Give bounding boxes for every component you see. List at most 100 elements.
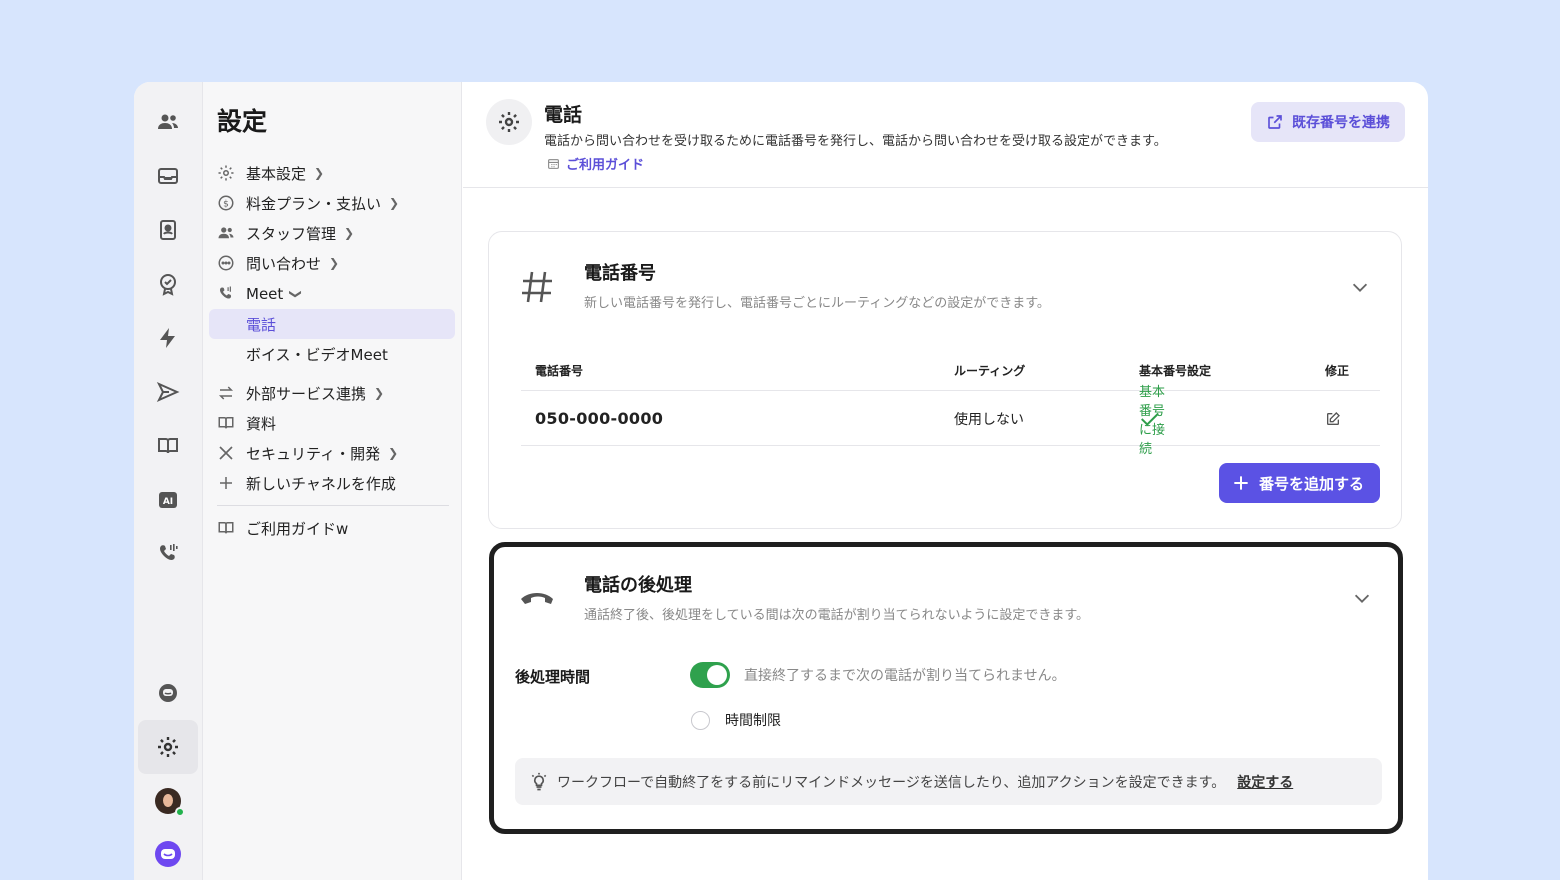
edit-button[interactable] (1325, 392, 1341, 445)
nav-item-guide[interactable]: ご利用ガイドw (217, 515, 348, 541)
rail-team-icon[interactable] (138, 95, 198, 149)
nav-item-security[interactable]: セキュリティ・開発 ❯ (217, 440, 398, 466)
main-content: 電話 電話から問い合わせを受け取るために電話番号を発行し、電話から問い合わせを受… (463, 82, 1428, 880)
chevron-right-icon: ❯ (389, 196, 400, 210)
chevron-right-icon: ❯ (314, 166, 325, 180)
nav-item-label: 外部サービス連携 (246, 384, 367, 403)
nav-title: 設定 (217, 107, 268, 136)
nav-item-new-channel[interactable]: 新しいチャネルを作成 (217, 470, 396, 496)
rail-book-icon[interactable] (138, 419, 198, 473)
rail-settings-icon[interactable] (138, 720, 198, 774)
external-link-icon (1268, 115, 1282, 129)
page-description: 電話から問い合わせを受け取るために電話番号を発行し、電話から問い合わせを受け取る… (544, 134, 1167, 149)
nav-item-label: ご利用ガイドw (246, 519, 349, 538)
svg-text:$: $ (223, 199, 229, 209)
rail-contacts-icon[interactable] (138, 203, 198, 257)
sync-icon (217, 384, 235, 402)
plus-icon (217, 474, 235, 492)
rail-chat-icon[interactable] (138, 666, 198, 720)
book-icon (217, 414, 235, 432)
column-header: 修正 (1325, 364, 1350, 378)
chevron-right-icon: ❯ (374, 386, 385, 400)
nav-sub-voice-video[interactable]: ボイス・ビデオMeet (209, 339, 455, 369)
rail-badge-icon[interactable] (138, 257, 198, 311)
tools-icon (217, 444, 235, 462)
tip-settings-link[interactable]: 設定する (1237, 772, 1293, 792)
online-status-dot (175, 807, 185, 817)
page-header: 電話 電話から問い合わせを受け取るために電話番号を発行し、電話から問い合わせを受… (463, 82, 1428, 188)
chevron-right-icon: ❯ (388, 446, 399, 460)
svg-text:AI: AI (163, 497, 173, 507)
app-window: AI 設定 基本設定 ❯ $ 料金プラン・支払い ❯ スタッフ管理 ❯ 問い合わ… (134, 82, 1428, 880)
hangup-icon (519, 579, 555, 619)
table-header: 電話番号 ルーティング 基本番号設定 修正 (521, 351, 1380, 391)
rail-phone-icon[interactable] (138, 527, 198, 581)
add-number-button[interactable]: 番号を追加する (1218, 463, 1380, 503)
rail-send-icon[interactable] (138, 365, 198, 419)
routing-cell: 使用しない (954, 411, 1024, 428)
rail-avatar[interactable] (138, 774, 198, 828)
chevron-down-icon[interactable] (1349, 276, 1371, 298)
nav-item-label: 資料 (246, 414, 277, 433)
nav-item-integrations[interactable]: 外部サービス連携 ❯ (217, 380, 384, 406)
page-title: 電話 (544, 104, 583, 126)
workflow-tip: ワークフローで自動終了をする前にリマインドメッセージを送信したり、追加アクション… (515, 758, 1382, 805)
hash-icon (519, 267, 555, 307)
guide-link[interactable]: ご利用ガイド (547, 154, 644, 173)
default-number-cell: 基本番号に接続 (1139, 385, 1169, 457)
nav-item-label: 新しいチャネルを作成 (246, 474, 396, 493)
table-row: 050-000-0000 使用しない 基本番号に接続 (521, 385, 1380, 457)
nav-item-inquiry[interactable]: 問い合わせ ❯ (217, 250, 339, 276)
post-processing-label: 後処理時間 (515, 668, 591, 686)
rail-inbox-icon[interactable] (138, 149, 198, 203)
time-limit-checkbox[interactable] (691, 711, 710, 730)
rail-ai-icon[interactable]: AI (138, 473, 198, 527)
nav-item-label: スタッフ管理 (246, 224, 337, 243)
chevron-right-icon: ❯ (344, 226, 355, 240)
phone-number-card: 電話番号 新しい電話番号を発行し、電話番号ごとにルーティングなどの設定ができます… (488, 231, 1402, 529)
rail-brand-icon[interactable] (138, 827, 198, 880)
post-card-description: 通話終了後、後処理をしている間は次の電話が割り当てられないように設定できます。 (584, 608, 1090, 623)
gear-icon (217, 164, 235, 182)
avatar (155, 788, 185, 817)
nav-item-label: Meet (246, 285, 284, 303)
nav-item-billing[interactable]: $ 料金プラン・支払い ❯ (217, 190, 399, 216)
tip-text: ワークフローで自動終了をする前にリマインドメッセージを送信したり、追加アクション… (557, 774, 1226, 791)
chat-icon (217, 254, 235, 272)
icon-rail: AI (134, 82, 203, 880)
toggle-description: 直接終了するまで次の電話が割り当てられません。 (744, 668, 1066, 684)
users-icon (217, 224, 235, 242)
nav-divider (217, 505, 449, 506)
nav-item-label: 基本設定 (246, 164, 307, 183)
nav-sub-label: ボイス・ビデオMeet (246, 345, 388, 364)
connect-number-button[interactable]: 既存番号を連携 (1251, 102, 1405, 142)
post-card-title: 電話の後処理 (584, 575, 692, 596)
rail-bolt-icon[interactable] (138, 311, 198, 365)
nav-sub-label: 電話 (246, 315, 277, 334)
time-limit-label: 時間制限 (725, 713, 781, 729)
column-header: ルーティング (954, 364, 1026, 378)
plus-icon (1234, 476, 1248, 490)
post-processing-toggle[interactable] (690, 662, 730, 688)
nav-item-staff[interactable]: スタッフ管理 ❯ (217, 220, 354, 246)
nav-item-label: 料金プラン・支払い (246, 194, 382, 213)
nav-item-meet[interactable]: Meet ❯ (217, 281, 303, 307)
nav-item-label: セキュリティ・開発 (246, 444, 381, 463)
chevron-down-icon[interactable] (1351, 587, 1373, 609)
lightbulb-icon (531, 772, 547, 790)
phone-card-description: 新しい電話番号を発行し、電話番号ごとにルーティングなどの設定ができます。 (584, 296, 1050, 311)
dollar-icon: $ (217, 194, 235, 212)
post-processing-card: 電話の後処理 通話終了後、後処理をしている間は次の電話が割り当てられないように設… (489, 542, 1403, 834)
nav-item-documents[interactable]: 資料 (217, 410, 276, 436)
settings-nav: 設定 基本設定 ❯ $ 料金プラン・支払い ❯ スタッフ管理 ❯ 問い合わせ ❯… (203, 82, 462, 880)
nav-sub-phone[interactable]: 電話 (209, 309, 455, 339)
add-number-label: 番号を追加する (1258, 474, 1364, 493)
book-icon (217, 519, 235, 537)
connect-number-label: 既存番号を連携 (1292, 115, 1390, 131)
column-header: 電話番号 (535, 364, 584, 378)
guide-link-label: ご利用ガイド (566, 158, 645, 173)
nav-item-label: 問い合わせ (246, 254, 322, 273)
nav-item-basic[interactable]: 基本設定 ❯ (217, 160, 324, 186)
gear-icon (486, 99, 532, 145)
toggle-knob (707, 665, 727, 685)
